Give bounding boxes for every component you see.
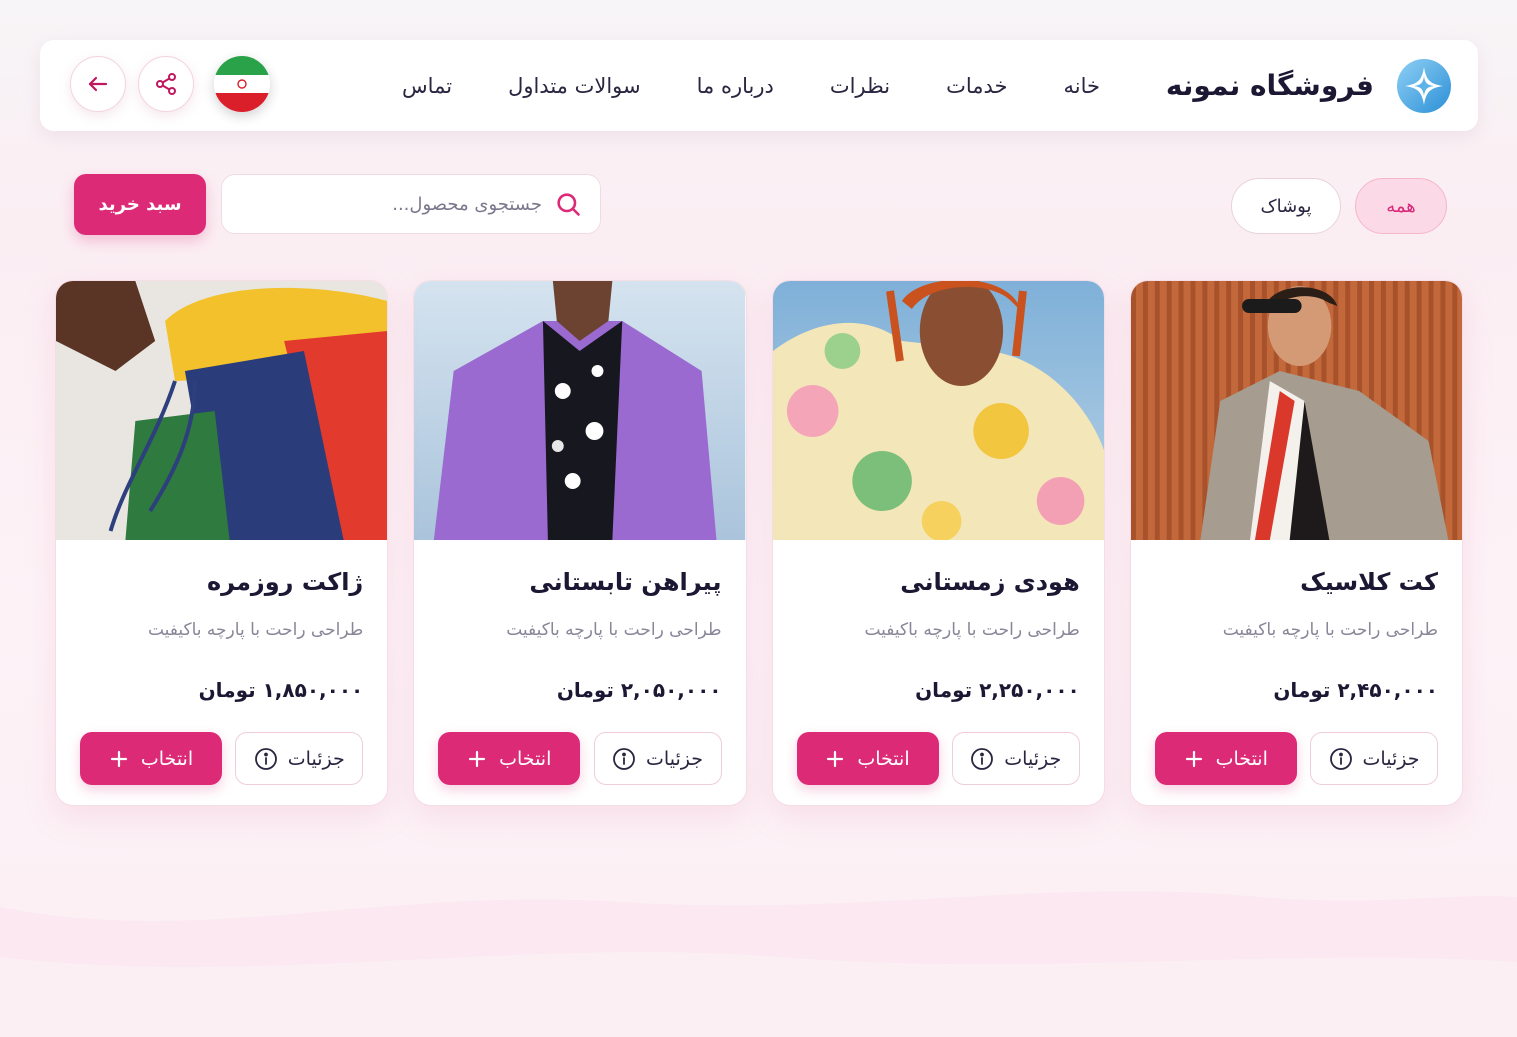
product-actions: انتخاب جزئیات [796, 732, 1080, 785]
brand-name: فروشگاه نمونه [1165, 69, 1374, 102]
select-button[interactable]: انتخاب [796, 732, 939, 785]
product-actions: انتخاب جزئیات [438, 732, 722, 785]
product-description: طراحی راحت با پارچه باکیفیت [506, 620, 722, 640]
brand[interactable]: فروشگاه نمونه [1166, 40, 1452, 131]
product-price: ۲,۲۵۰,۰۰۰ تومان [915, 678, 1080, 702]
product-actions: انتخاب جزئیات [80, 732, 364, 785]
nav-item-reviews[interactable]: نظرات [830, 74, 890, 98]
share-button[interactable] [138, 56, 194, 112]
product-card: هودی زمستانی طراحی راحت با پارچه باکیفیت… [771, 280, 1105, 806]
details-button-label: جزئیات [287, 747, 345, 770]
cart-button[interactable]: سبد خرید [74, 174, 206, 235]
product-card: کت کلاسیک طراحی راحت با پارچه باکیفیت ۲,… [1129, 280, 1463, 806]
info-icon [1329, 747, 1352, 770]
back-button[interactable] [70, 56, 126, 112]
search-input[interactable] [242, 193, 542, 215]
nav-item-contact[interactable]: تماس [402, 74, 452, 98]
details-button[interactable]: جزئیات [1310, 732, 1438, 785]
product-card: ژاکت روزمره طراحی راحت با پارچه باکیفیت … [55, 280, 389, 806]
select-button-label: انتخاب [140, 747, 194, 770]
product-price: ۲,۰۵۰,۰۰۰ تومان [556, 678, 722, 702]
select-button-label: انتخاب [499, 747, 552, 770]
info-icon [971, 747, 994, 770]
main-nav: خانه خدمات نظرات درباره ما سوالات متداول… [402, 40, 1100, 131]
purple-blazer-floral-shirt-photo [414, 281, 746, 540]
product-grid: کت کلاسیک طراحی راحت با پارچه باکیفیت ۲,… [55, 280, 1463, 806]
classic-suit-photo [1130, 281, 1462, 540]
product-card: پیراهن تابستانی طراحی راحت با پارچه باکی… [413, 280, 747, 806]
plus-icon [1185, 750, 1202, 767]
product-title: هودی زمستانی [900, 568, 1080, 596]
product-price: ۱,۸۵۰,۰۰۰ تومان [198, 678, 364, 702]
header-actions [70, 56, 270, 112]
iran-flag-icon [214, 56, 270, 112]
colorblock-jacket-photo [56, 281, 388, 540]
details-button[interactable]: جزئیات [235, 732, 364, 785]
nav-item-home[interactable]: خانه [1064, 74, 1100, 98]
info-icon [254, 747, 277, 770]
product-actions: انتخاب جزئیات [1154, 732, 1438, 785]
product-description: طراحی راحت با پارچه باکیفیت [147, 620, 364, 640]
select-button-label: انتخاب [1215, 747, 1268, 770]
details-button[interactable]: جزئیات [951, 732, 1080, 785]
plus-icon [469, 750, 486, 767]
arrow-left-icon [88, 76, 108, 92]
search-box [221, 174, 601, 234]
select-button[interactable]: انتخاب [438, 732, 581, 785]
category-filters: همه پوشاک [1231, 178, 1447, 234]
nav-item-services[interactable]: خدمات [946, 74, 1007, 98]
nav-item-about[interactable]: درباره ما [697, 74, 774, 98]
product-price: ۲,۴۵۰,۰۰۰ تومان [1273, 678, 1438, 702]
info-icon [613, 747, 635, 770]
search-icon [557, 193, 580, 216]
details-button-label: جزئیات [646, 747, 703, 770]
product-title: کت کلاسیک [1300, 568, 1438, 596]
floral-puffer-jacket-photo [772, 281, 1104, 540]
plus-icon [827, 750, 844, 767]
background-wave [0, 891, 1517, 1037]
product-title: ژاکت روزمره [206, 568, 364, 596]
product-title: پیراهن تابستانی [529, 568, 722, 596]
nav-item-faq[interactable]: سوالات متداول [508, 74, 641, 98]
details-button-label: جزئیات [1004, 747, 1062, 770]
details-button-label: جزئیات [1362, 747, 1420, 770]
product-description: طراحی راحت با پارچه باکیفیت [1222, 620, 1438, 640]
filter-chip-all[interactable]: همه [1355, 178, 1447, 234]
plus-icon [110, 750, 127, 767]
select-button[interactable]: انتخاب [1154, 732, 1297, 785]
language-flag-button[interactable] [214, 56, 270, 112]
filter-chip-clothing[interactable]: پوشاک [1231, 178, 1341, 234]
product-description: طراحی راحت با پارچه باکیفیت [864, 620, 1080, 640]
select-button-label: انتخاب [857, 747, 910, 770]
sparkle-logo-icon [1396, 58, 1452, 114]
details-button[interactable]: جزئیات [593, 732, 722, 785]
share-icon [156, 73, 176, 95]
select-button[interactable]: انتخاب [80, 732, 222, 785]
top-navbar: فروشگاه نمونه خانه خدمات نظرات درباره ما… [40, 40, 1478, 131]
